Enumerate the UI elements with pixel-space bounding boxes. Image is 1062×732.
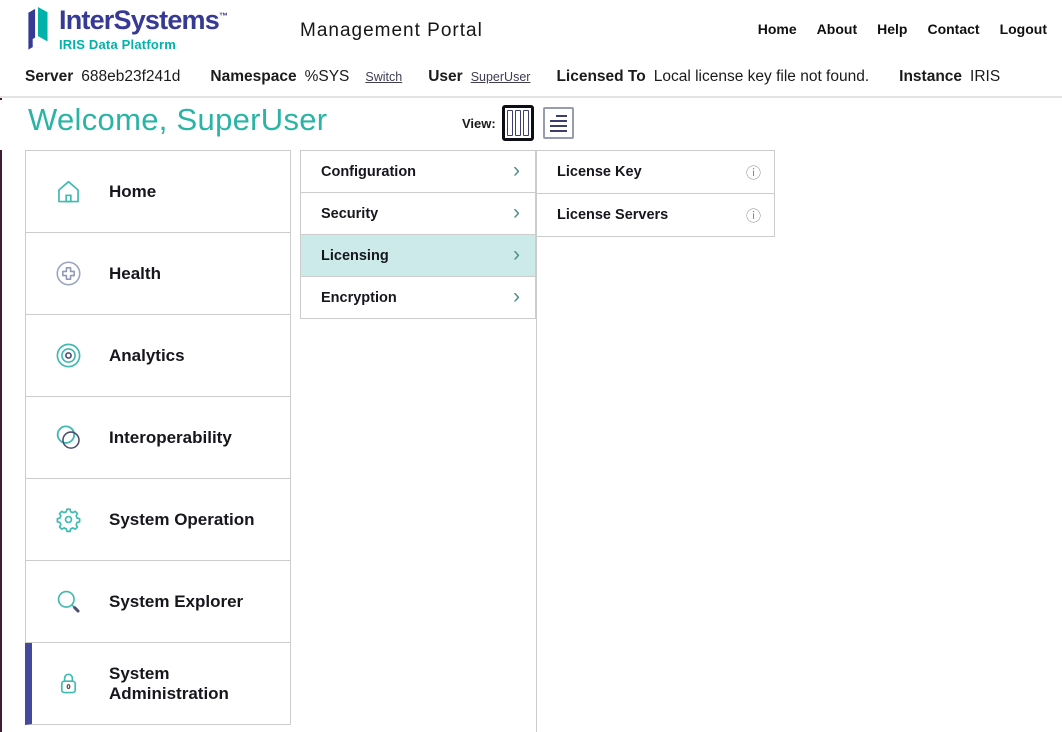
detail-item-label: License Key — [557, 164, 642, 180]
nav-home-link[interactable]: Home — [758, 21, 797, 37]
lock-icon — [53, 668, 84, 699]
submenu-item-licensing[interactable]: Licensing › — [300, 235, 536, 277]
view-label: View: — [462, 116, 496, 131]
brand-name: InterSystems™ — [59, 7, 227, 34]
brand-tagline: IRIS Data Platform — [59, 37, 227, 52]
page-title: Management Portal — [300, 20, 483, 42]
info-icon[interactable]: ⓘ — [746, 205, 761, 226]
nav-logout-link[interactable]: Logout — [1000, 21, 1047, 37]
server-info-bar: Server 688eb23f241d Namespace %SYS Switc… — [0, 58, 1062, 98]
nav-contact-link[interactable]: Contact — [927, 21, 979, 37]
list-view-icon[interactable] — [543, 107, 574, 139]
submenu-item-label: Encryption — [321, 290, 397, 306]
nav-help-link[interactable]: Help — [877, 21, 907, 37]
sidebar-item-label: Interoperability — [109, 428, 232, 448]
submenu-item-label: Configuration — [321, 164, 416, 180]
licensing-submenu: License Key ⓘ License Servers ⓘ — [537, 150, 775, 237]
chevron-right-icon: › — [513, 286, 520, 307]
user-profile-link[interactable]: SuperUser — [471, 70, 531, 84]
licensed-to-label: Licensed To — [556, 68, 645, 86]
instance-label: Instance — [899, 68, 962, 86]
detail-item-license-servers[interactable]: License Servers ⓘ — [537, 194, 775, 237]
namespace-value: %SYS — [305, 68, 350, 86]
health-icon — [53, 258, 84, 289]
sidebar-item-system-administration[interactable]: System Administration — [25, 643, 291, 725]
welcome-bar: Welcome, SuperUser View: — [0, 100, 1062, 150]
trademark-symbol: ™ — [219, 11, 227, 21]
app-header: InterSystems™ IRIS Data Platform Managem… — [0, 0, 1062, 58]
detail-item-label: License Servers — [557, 207, 668, 223]
welcome-heading: Welcome, SuperUser — [28, 102, 327, 138]
view-controls: View: — [462, 105, 574, 141]
capture-edge-left — [0, 98, 2, 732]
columns-view-icon[interactable] — [502, 105, 534, 141]
instance-value: IRIS — [970, 68, 1000, 86]
sidebar-item-analytics[interactable]: Analytics — [25, 315, 291, 397]
sidebar-item-health[interactable]: Health — [25, 233, 291, 315]
submenu-item-security[interactable]: Security › — [300, 193, 536, 235]
detail-item-license-key[interactable]: License Key ⓘ — [537, 151, 775, 194]
licensed-to-value: Local license key file not found. — [654, 68, 869, 86]
main-menu: Home Health Analytics Interopera — [25, 150, 291, 725]
sidebar-item-label: Home — [109, 182, 156, 202]
chevron-right-icon: › — [513, 244, 520, 265]
magnifier-icon — [53, 586, 84, 617]
sidebar-item-label: Health — [109, 264, 161, 284]
switch-namespace-link[interactable]: Switch — [365, 70, 402, 84]
user-label: User — [428, 68, 462, 86]
intersystems-logo-icon — [22, 7, 52, 51]
top-nav: Home About Help Contact Logout — [758, 21, 1047, 37]
sidebar-item-home[interactable]: Home — [25, 151, 291, 233]
chevron-right-icon: › — [513, 202, 520, 223]
gear-icon — [53, 504, 84, 535]
sidebar-item-interoperability[interactable]: Interoperability — [25, 397, 291, 479]
sidebar-item-label: Analytics — [109, 346, 185, 366]
sidebar-item-system-operation[interactable]: System Operation — [25, 479, 291, 561]
intersystems-logo: InterSystems™ IRIS Data Platform — [22, 7, 227, 52]
submenu-item-label: Licensing — [321, 248, 389, 264]
server-value: 688eb23f241d — [81, 68, 180, 86]
sidebar-item-system-explorer[interactable]: System Explorer — [25, 561, 291, 643]
submenu-item-label: Security — [321, 206, 378, 222]
server-label: Server — [25, 68, 73, 86]
sidebar-item-label: System Explorer — [109, 592, 243, 612]
administration-submenu: Configuration › Security › Licensing › E… — [300, 150, 536, 319]
interoperability-icon — [53, 422, 84, 453]
namespace-label: Namespace — [210, 68, 296, 86]
analytics-icon — [53, 340, 84, 371]
sidebar-item-label: System Administration — [109, 664, 290, 704]
submenu-item-configuration[interactable]: Configuration › — [300, 151, 536, 193]
submenu-item-encryption[interactable]: Encryption › — [300, 277, 536, 319]
chevron-right-icon: › — [513, 160, 520, 181]
home-icon — [53, 176, 84, 207]
column-divider — [536, 150, 537, 732]
info-icon[interactable]: ⓘ — [746, 162, 761, 183]
nav-about-link[interactable]: About — [817, 21, 857, 37]
sidebar-item-label: System Operation — [109, 510, 255, 530]
